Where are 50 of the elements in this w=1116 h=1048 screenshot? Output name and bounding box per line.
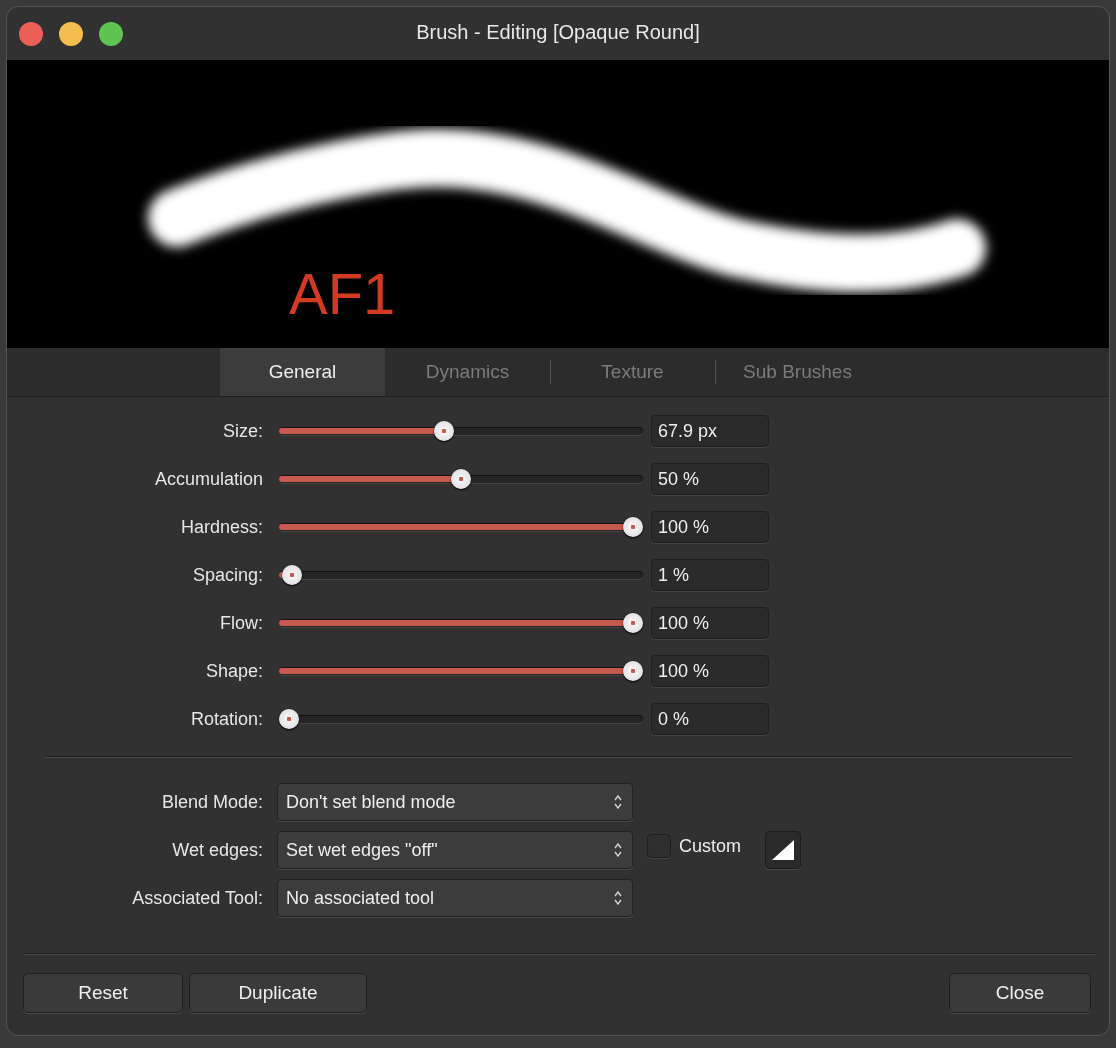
option-label: Associated Tool: bbox=[131, 887, 264, 909]
zoom-button[interactable] bbox=[99, 21, 123, 46]
value-field[interactable]: 100 % bbox=[651, 607, 769, 639]
slider-label: Flow: bbox=[220, 612, 263, 634]
preview-label: AF1 bbox=[289, 260, 396, 327]
minimize-button[interactable] bbox=[59, 21, 83, 46]
slider[interactable] bbox=[279, 564, 643, 586]
checkbox[interactable] bbox=[647, 834, 671, 858]
close-dialog-button[interactable]: Close bbox=[949, 973, 1091, 1013]
value-field[interactable]: 1 % bbox=[651, 559, 769, 591]
slider[interactable] bbox=[279, 468, 643, 490]
slider[interactable] bbox=[279, 612, 643, 634]
slider[interactable] bbox=[279, 420, 643, 442]
value-field[interactable]: 0 % bbox=[651, 703, 769, 735]
slider-thumb[interactable] bbox=[282, 565, 303, 585]
dialog-button[interactable]: Duplicate bbox=[189, 973, 367, 1013]
value-field[interactable]: 100 % bbox=[651, 655, 769, 687]
up-down-arrows-icon bbox=[614, 890, 622, 906]
dropdown[interactable]: Set wet edges "off" bbox=[277, 831, 633, 869]
dropdown[interactable]: Don't set blend mode bbox=[277, 783, 633, 821]
slider[interactable] bbox=[279, 660, 643, 682]
slider[interactable] bbox=[279, 516, 643, 538]
slider-thumb[interactable] bbox=[451, 469, 471, 489]
slider-thumb[interactable] bbox=[623, 613, 643, 633]
slider-label: Shape: bbox=[205, 660, 263, 682]
slider-thumb[interactable] bbox=[279, 709, 299, 729]
slider-thumb[interactable] bbox=[623, 661, 643, 681]
curve-editor-button[interactable] bbox=[765, 831, 801, 869]
slider-label: Size: bbox=[222, 420, 263, 442]
slider-label: Hardness: bbox=[180, 516, 263, 538]
slider-label: Rotation: bbox=[190, 708, 263, 730]
checkbox-label: Custom bbox=[679, 835, 741, 857]
slider[interactable] bbox=[279, 708, 643, 730]
slider-thumb[interactable] bbox=[433, 421, 454, 441]
value-field[interactable]: 50 % bbox=[651, 463, 769, 495]
slider-label: Spacing: bbox=[192, 564, 263, 586]
window-title: Brush - Editing [Opaque Round] bbox=[416, 21, 700, 43]
option-label: Wet edges: bbox=[171, 839, 264, 861]
option-label: Blend Mode: bbox=[160, 791, 264, 813]
value-field[interactable]: 67.9 px bbox=[651, 415, 769, 447]
dropdown[interactable]: No associated tool bbox=[277, 879, 633, 917]
close-button[interactable] bbox=[19, 21, 43, 46]
up-down-arrows-icon bbox=[614, 842, 622, 858]
value-field[interactable]: 100 % bbox=[651, 511, 769, 543]
up-down-arrows-icon bbox=[614, 794, 622, 810]
slider-thumb[interactable] bbox=[623, 517, 643, 537]
ramp-icon bbox=[771, 839, 795, 861]
tab[interactable]: General bbox=[220, 348, 385, 396]
dialog-button[interactable]: Reset bbox=[23, 973, 183, 1013]
slider-label: Accumulation bbox=[154, 468, 263, 490]
